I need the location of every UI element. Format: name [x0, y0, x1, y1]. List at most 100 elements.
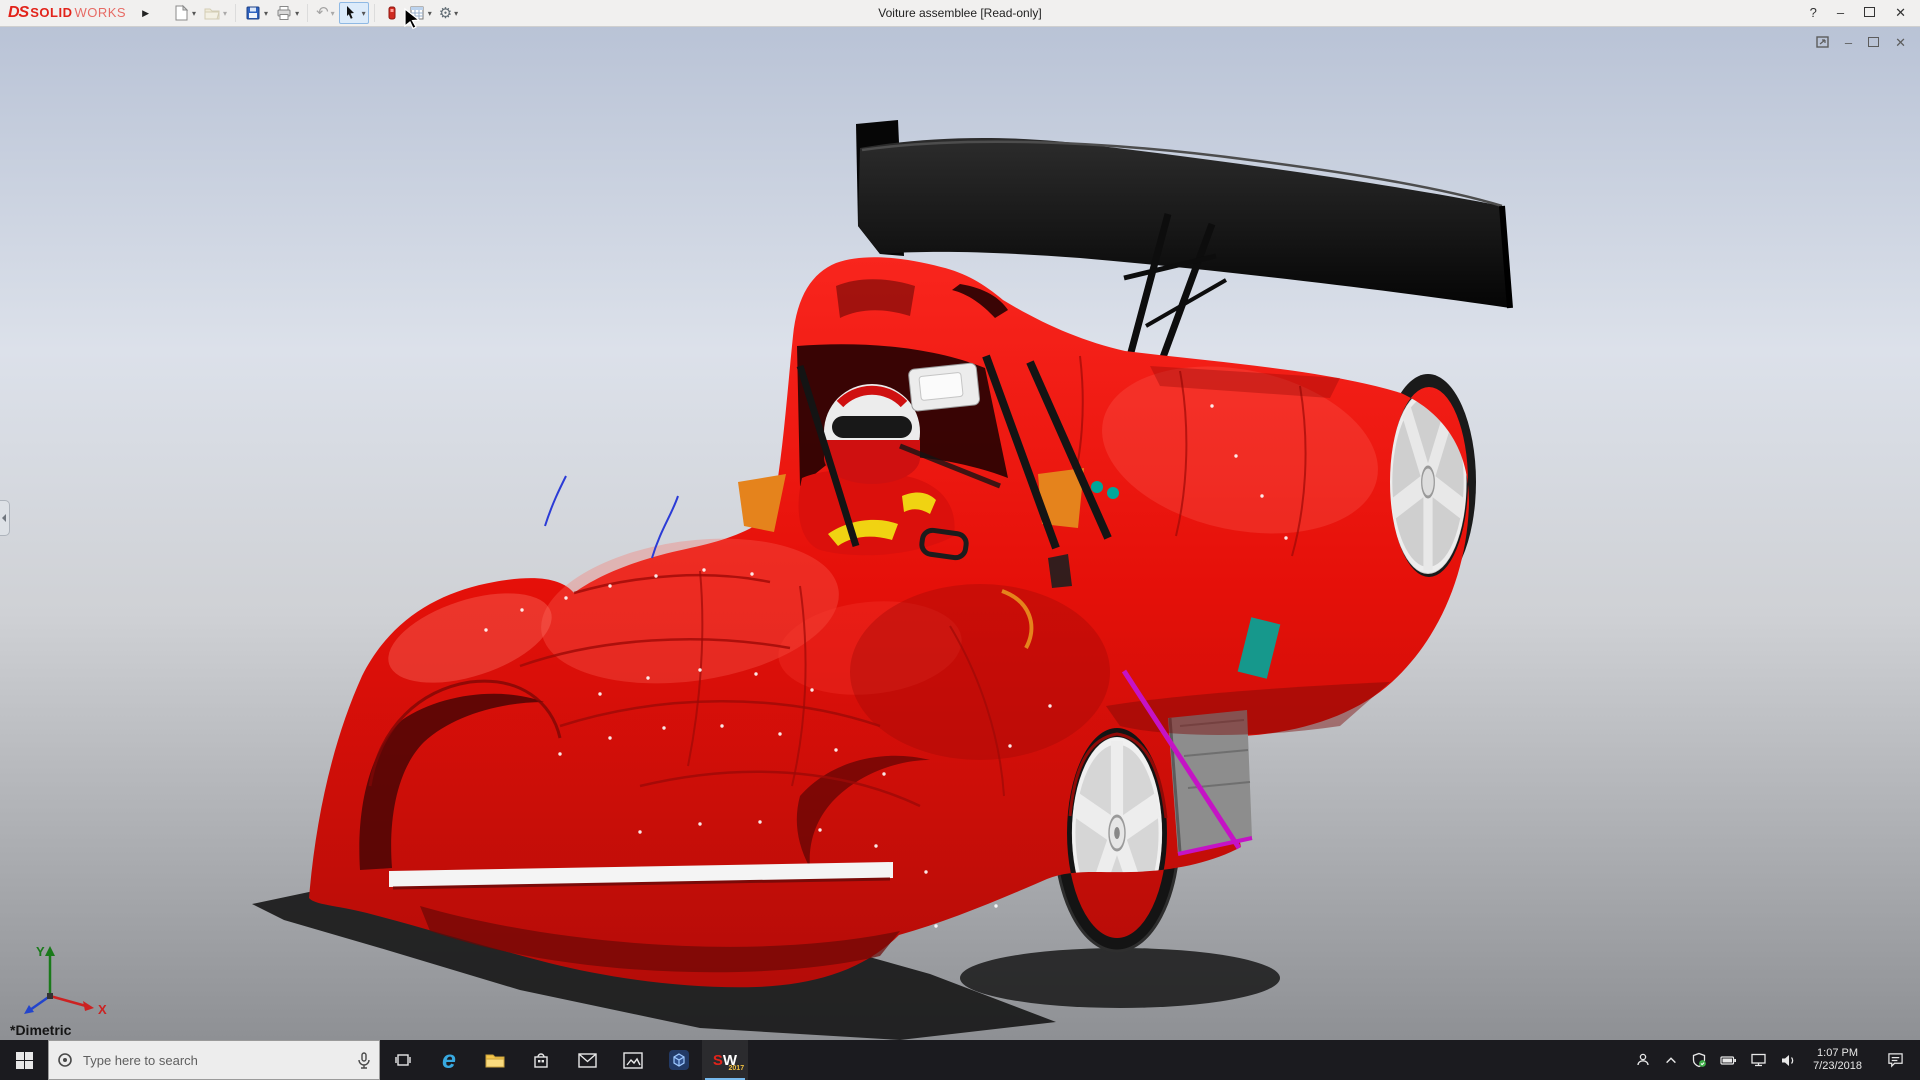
- toolbar-separator: [307, 4, 308, 22]
- file-explorer-button[interactable]: [472, 1040, 518, 1080]
- action-center-button[interactable]: [1878, 1040, 1912, 1080]
- clock-time: 1:07 PM: [1813, 1047, 1862, 1060]
- help-button[interactable]: ?: [1810, 6, 1817, 20]
- network-icon: [1750, 1052, 1767, 1068]
- dock-window-icon: [1816, 36, 1829, 48]
- brand-solid: SOLID: [30, 5, 72, 20]
- solidworks-window: DS SOLIDWORKS ▶ ▾ ▾: [0, 0, 1920, 1080]
- dropdown-arrow-icon[interactable]: ▾: [295, 9, 299, 18]
- network-button[interactable]: [1750, 1040, 1767, 1080]
- cortana-icon: [57, 1052, 73, 1068]
- start-button[interactable]: [0, 1040, 48, 1080]
- brand-works: WORKS: [74, 5, 126, 20]
- show-hidden-icons-button[interactable]: [1664, 1040, 1678, 1080]
- maximize-button[interactable]: [1864, 6, 1875, 20]
- dropdown-arrow-icon[interactable]: ▾: [454, 9, 458, 18]
- doc-close-button[interactable]: ✕: [1895, 37, 1906, 49]
- open-document-button[interactable]: ▾: [200, 2, 230, 24]
- defender-shield-icon: [1691, 1052, 1707, 1068]
- photos-icon: [623, 1052, 643, 1069]
- people-button[interactable]: [1635, 1040, 1651, 1080]
- taskbar-search[interactable]: [48, 1040, 380, 1080]
- dropdown-arrow-icon[interactable]: ▾: [331, 9, 335, 18]
- store-button[interactable]: [518, 1040, 564, 1080]
- save-floppy-icon: [244, 4, 262, 22]
- taskbar-clock[interactable]: 1:07 PM 7/23/2018: [1813, 1047, 1862, 1073]
- doc-restore-icon: [1868, 37, 1879, 47]
- window-controls: ? – ✕: [1810, 6, 1920, 20]
- solidworks-logo: DS SOLIDWORKS: [8, 4, 126, 22]
- select-cursor-icon: [342, 4, 360, 22]
- helmet-visor: [832, 416, 912, 438]
- windows-logo-icon: [16, 1052, 33, 1069]
- clock-date: 7/23/2018: [1813, 1060, 1862, 1073]
- dropdown-arrow-icon[interactable]: ▾: [428, 9, 432, 18]
- battery-button[interactable]: [1720, 1040, 1737, 1080]
- edrawings-button[interactable]: [656, 1040, 702, 1080]
- task-view-icon: [394, 1052, 412, 1068]
- triad-x-label: X: [98, 1002, 107, 1017]
- toolbar-separator: [235, 4, 236, 22]
- side-vent: [1048, 554, 1072, 588]
- titlebar: DS SOLIDWORKS ▶ ▾ ▾: [0, 0, 1920, 27]
- appearance-icon: [383, 4, 401, 22]
- people-icon: [1635, 1052, 1651, 1068]
- triad-y-label: Y: [36, 944, 45, 959]
- new-document-icon: [172, 4, 190, 22]
- table-icon: [408, 4, 426, 22]
- battery-icon: [1720, 1053, 1737, 1068]
- edrawings-icon: [668, 1049, 690, 1071]
- save-button[interactable]: ▾: [241, 2, 271, 24]
- undo-button[interactable]: ↶ ▾: [313, 4, 338, 22]
- volume-button[interactable]: [1780, 1040, 1797, 1080]
- system-tray: 1:07 PM 7/23/2018: [1635, 1040, 1920, 1080]
- wheel-shadow: [960, 948, 1280, 1008]
- photos-button[interactable]: [610, 1040, 656, 1080]
- undo-icon: ↶: [316, 6, 329, 20]
- document-window-controls: – ✕: [1816, 36, 1906, 50]
- dock-window-button[interactable]: [1816, 36, 1829, 50]
- viewport-canvas[interactable]: [0, 26, 1920, 1040]
- appearance-button[interactable]: [380, 2, 404, 24]
- search-input[interactable]: [81, 1052, 349, 1069]
- ds-logo-icon: DS: [8, 4, 28, 22]
- dropdown-arrow-icon[interactable]: ▾: [192, 9, 196, 18]
- solidworks-app-button[interactable]: SW 2017: [702, 1040, 748, 1080]
- solidworks-app-icon: SW 2017: [713, 1053, 737, 1068]
- gear-icon: ⚙: [439, 6, 452, 21]
- edge-icon: e: [442, 1048, 456, 1073]
- task-view-button[interactable]: [380, 1040, 426, 1080]
- menu-flyout-button[interactable]: ▶: [136, 7, 155, 20]
- design-table-button[interactable]: ▾: [405, 2, 435, 24]
- teal-detail: [1091, 481, 1103, 493]
- mail-icon: [578, 1053, 597, 1068]
- options-button[interactable]: ⚙ ▾: [436, 4, 461, 23]
- microphone-icon[interactable]: [357, 1052, 371, 1069]
- document-title: Voiture assemblee [Read-only]: [878, 6, 1041, 20]
- doc-restore-button[interactable]: [1868, 37, 1879, 49]
- print-button[interactable]: ▾: [272, 2, 302, 24]
- volume-icon: [1780, 1053, 1797, 1068]
- open-folder-icon: [203, 4, 221, 22]
- edge-button[interactable]: e: [426, 1040, 472, 1080]
- rear-view-mirror: [908, 363, 980, 412]
- toolbar-separator: [374, 4, 375, 22]
- maximize-icon: [1864, 7, 1875, 17]
- close-button[interactable]: ✕: [1895, 6, 1906, 20]
- feature-panel-handle[interactable]: [0, 500, 10, 536]
- dropdown-arrow-icon[interactable]: ▾: [223, 9, 227, 18]
- doc-minimize-button[interactable]: –: [1845, 37, 1852, 49]
- store-icon: [532, 1051, 550, 1069]
- new-document-button[interactable]: ▾: [169, 2, 199, 24]
- view-orientation-label: *Dimetric: [10, 1022, 71, 1038]
- dropdown-arrow-icon[interactable]: ▾: [264, 9, 268, 18]
- select-tool-button[interactable]: ▾: [339, 2, 369, 24]
- dropdown-arrow-icon[interactable]: ▾: [362, 9, 366, 18]
- print-icon: [275, 4, 293, 22]
- mail-button[interactable]: [564, 1040, 610, 1080]
- defender-button[interactable]: [1691, 1040, 1707, 1080]
- orientation-triad[interactable]: Y X: [12, 938, 112, 1018]
- minimize-button[interactable]: –: [1837, 6, 1844, 20]
- windows-taskbar: e: [0, 1040, 1920, 1080]
- notification-icon: [1887, 1052, 1904, 1068]
